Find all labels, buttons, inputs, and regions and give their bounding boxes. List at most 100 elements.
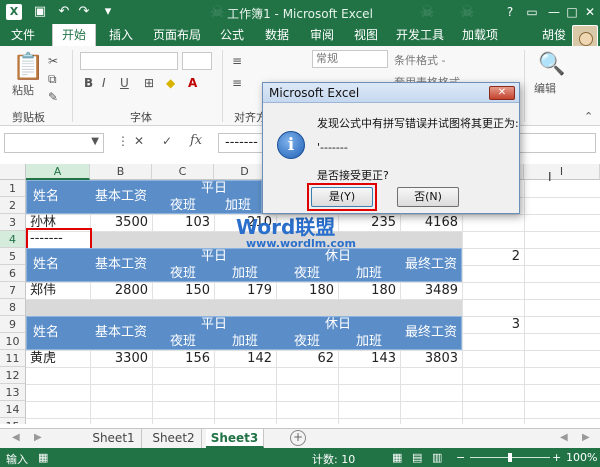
header-final-salary[interactable]: 最终工资 [400, 256, 462, 274]
row-header[interactable]: 4 [0, 231, 26, 248]
cell-d11[interactable]: 142 [214, 350, 272, 368]
cell-b3[interactable]: 3500 [90, 214, 148, 232]
row-header[interactable]: 5 [0, 248, 26, 265]
tab-add-ins[interactable]: 加载项 [454, 24, 506, 46]
cell-e11[interactable]: 62 [276, 350, 334, 368]
header-night-shift[interactable]: 夜班 [276, 333, 338, 351]
cell-b11[interactable]: 3300 [90, 350, 148, 368]
font-name-box[interactable] [80, 52, 178, 70]
cell-g11[interactable]: 3803 [400, 350, 458, 368]
paste-label[interactable]: 粘贴 [12, 82, 34, 98]
format-painter-icon[interactable]: ✎ [48, 90, 58, 104]
enter-icon[interactable]: ✓ [158, 134, 176, 148]
row-header[interactable]: 2 [0, 197, 26, 214]
cell-f7[interactable]: 180 [338, 282, 396, 300]
header-holiday[interactable]: 休日 [276, 316, 400, 334]
select-all-corner[interactable] [0, 164, 26, 180]
font-color-icon[interactable]: A [188, 76, 197, 90]
tab-review[interactable]: 审阅 [302, 24, 342, 46]
collapse-ribbon-icon[interactable]: ⌃ [584, 110, 593, 123]
tab-view[interactable]: 视图 [346, 24, 386, 46]
header-base-salary[interactable]: 基本工资 [90, 188, 152, 206]
tab-page-layout[interactable]: 页面布局 [146, 24, 208, 46]
add-sheet-icon[interactable]: + [290, 430, 306, 446]
tab-data[interactable]: 数据 [256, 24, 298, 46]
row-header[interactable]: 10 [0, 333, 26, 350]
header-name[interactable]: 姓名 [26, 256, 66, 274]
header-night-shift[interactable]: 夜班 [152, 265, 214, 283]
sheet-tab-sheet1[interactable]: Sheet1 [86, 429, 142, 448]
row-header[interactable]: 9 [0, 316, 26, 333]
row-header[interactable]: 11 [0, 350, 26, 367]
prev-sheet-icon[interactable]: ◀ [12, 432, 20, 443]
cell-a7[interactable]: 郑伟 [30, 282, 56, 300]
cell-a11[interactable]: 黄虎 [30, 350, 56, 368]
help-icon[interactable]: ? [500, 3, 520, 21]
column-header-c[interactable]: C [152, 164, 214, 180]
cell-f11[interactable]: 143 [338, 350, 396, 368]
row-header[interactable]: 3 [0, 214, 26, 231]
ribbon-display-icon[interactable]: ▭ [522, 3, 542, 21]
insert-function-icon[interactable]: fx [190, 133, 202, 148]
row-header[interactable]: 15 [0, 418, 26, 424]
cell-h5[interactable]: 2 [462, 248, 520, 266]
no-button[interactable]: 否(N) [397, 187, 459, 207]
zoom-out-icon[interactable]: − [456, 451, 465, 464]
yes-button[interactable]: 是(Y) [311, 187, 373, 207]
cell-c3[interactable]: 103 [152, 214, 210, 232]
header-name[interactable]: 姓名 [26, 188, 66, 206]
zoom-slider-thumb[interactable] [508, 453, 512, 462]
cell-g7[interactable]: 3489 [400, 282, 458, 300]
find-icon[interactable]: 🔍 [538, 52, 565, 77]
underline-icon[interactable]: U [120, 76, 129, 90]
cell-b7[interactable]: 2800 [90, 282, 148, 300]
row-header[interactable]: 13 [0, 384, 26, 401]
header-final-salary[interactable]: 最终工资 [400, 324, 462, 342]
row-header[interactable]: 1 [0, 180, 26, 197]
header-name[interactable]: 姓名 [26, 324, 66, 342]
header-base-salary[interactable]: 基本工资 [90, 324, 152, 342]
row-header[interactable]: 14 [0, 401, 26, 418]
user-name[interactable]: 胡俊 [542, 24, 566, 46]
column-header-i[interactable]: I [524, 164, 600, 180]
header-overtime[interactable]: 加班 [338, 265, 400, 283]
cell-g3[interactable]: 4168 [400, 214, 458, 232]
macro-record-icon[interactable]: ▦ [38, 451, 48, 464]
cut-icon[interactable]: ✂ [48, 54, 58, 68]
tab-developer[interactable]: 开发工具 [390, 24, 450, 46]
header-night-shift[interactable]: 夜班 [152, 197, 214, 215]
normal-view-icon[interactable]: ▦ [392, 451, 402, 464]
copy-icon[interactable]: ⧉ [48, 72, 57, 87]
header-overtime[interactable]: 加班 [214, 333, 276, 351]
row-header[interactable]: 6 [0, 265, 26, 282]
tab-insert[interactable]: 插入 [100, 24, 142, 46]
minimize-icon[interactable]: — [544, 3, 564, 21]
maximize-icon[interactable]: □ [562, 3, 582, 21]
header-weekday[interactable]: 平日 [152, 316, 276, 334]
column-header-b[interactable]: B [90, 164, 152, 180]
cell-c7[interactable]: 150 [152, 282, 210, 300]
header-base-salary[interactable]: 基本工资 [90, 256, 152, 274]
close-icon[interactable]: ✕ [580, 3, 600, 21]
fill-color-icon[interactable]: ◆ [166, 76, 175, 90]
zoom-in-icon[interactable]: + [552, 451, 561, 464]
name-box[interactable]: ▼ [4, 133, 104, 153]
tab-home[interactable]: 开始 [52, 24, 96, 46]
scroll-right-icon[interactable]: ▶ [582, 432, 590, 443]
header-overtime[interactable]: 加班 [338, 333, 400, 351]
cell-h9[interactable]: 3 [462, 316, 520, 334]
page-break-view-icon[interactable]: ▥ [432, 451, 442, 464]
zoom-level[interactable]: 100% [566, 451, 597, 464]
row-header[interactable]: 8 [0, 299, 26, 316]
scroll-left-icon[interactable]: ◀ [560, 432, 568, 443]
header-night-shift[interactable]: 夜班 [152, 333, 214, 351]
cell-d7[interactable]: 179 [214, 282, 272, 300]
font-size-box[interactable] [182, 52, 212, 70]
dialog-title-bar[interactable]: Microsoft Excel ✕ [263, 83, 519, 103]
sheet-tab-sheet2[interactable]: Sheet2 [146, 429, 202, 448]
tab-formulas[interactable]: 公式 [212, 24, 252, 46]
number-format-box[interactable]: 常规 [312, 50, 388, 68]
page-layout-view-icon[interactable]: ▤ [412, 451, 422, 464]
cell-c11[interactable]: 156 [152, 350, 210, 368]
tab-file[interactable]: 文件 [0, 24, 46, 46]
